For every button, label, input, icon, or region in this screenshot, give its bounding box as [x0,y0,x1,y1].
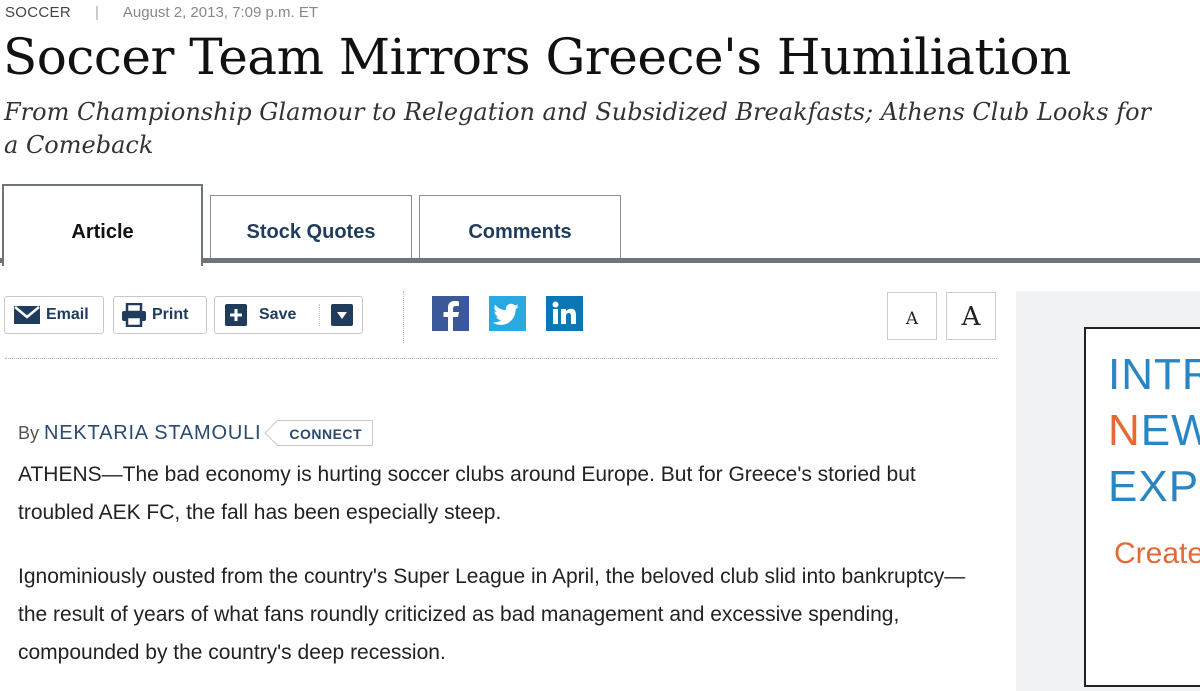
email-label: Email [46,306,89,323]
byline-by: By [18,422,40,443]
facebook-icon[interactable] [432,296,469,331]
linkedin-icon[interactable] [546,296,583,331]
print-button[interactable]: Print [113,296,207,334]
ad-line-2-highlight: N [1108,406,1141,455]
headline: Soccer Team Mirrors Greece's Humiliation [3,28,1071,86]
connect-button[interactable]: CONNECT [277,420,374,446]
subheadline: From Championship Glamour to Relegation … [4,98,1152,159]
advertisement[interactable]: INTR NEW EXP Create [1084,327,1200,687]
toolbar-divider [403,291,404,343]
ad-line-3: EXP [1108,462,1200,511]
twitter-icon[interactable] [489,296,526,331]
save-button[interactable]: Save [214,296,363,334]
ad-line-2: NEW [1108,409,1200,453]
timestamp: August 2, 2013, 7:09 p.m. ET [122,4,319,21]
decrease-font-button[interactable]: A [887,292,937,340]
author-link[interactable]: NEKTARIA STAMOULI [44,422,261,445]
tab-article[interactable]: Article [2,184,203,270]
printer-icon [121,303,147,327]
article-paragraph: Ignominiously ousted from the country's … [18,565,966,664]
meta-separator: | [94,4,99,21]
ad-cta[interactable]: Create [1114,537,1200,571]
tab-comments[interactable]: Comments [419,195,621,258]
byline: By NEKTARIA STAMOULI CONNECT [18,418,374,448]
connect-label: CONNECT [289,426,363,442]
toolbar-rule [5,358,997,359]
print-label: Print [152,306,189,323]
section-label[interactable]: SOCCER [5,4,71,21]
save-label: Save [259,306,297,323]
article-meta: SOCCER | August 2, 2013, 7:09 p.m. ET [5,4,318,21]
ad-line-2-rest: EW [1140,406,1200,455]
email-button[interactable]: Email [4,296,104,334]
save-dropdown-divider [319,304,320,326]
article-paragraph: ATHENS—The bad economy is hurting soccer… [18,463,916,524]
tab-stock-quotes[interactable]: Stock Quotes [210,195,412,258]
chevron-down-icon[interactable] [331,304,353,326]
ad-line-1: INTR [1108,350,1200,399]
increase-font-button[interactable]: A [946,292,996,340]
plus-icon [225,304,247,326]
envelope-icon [14,306,40,324]
